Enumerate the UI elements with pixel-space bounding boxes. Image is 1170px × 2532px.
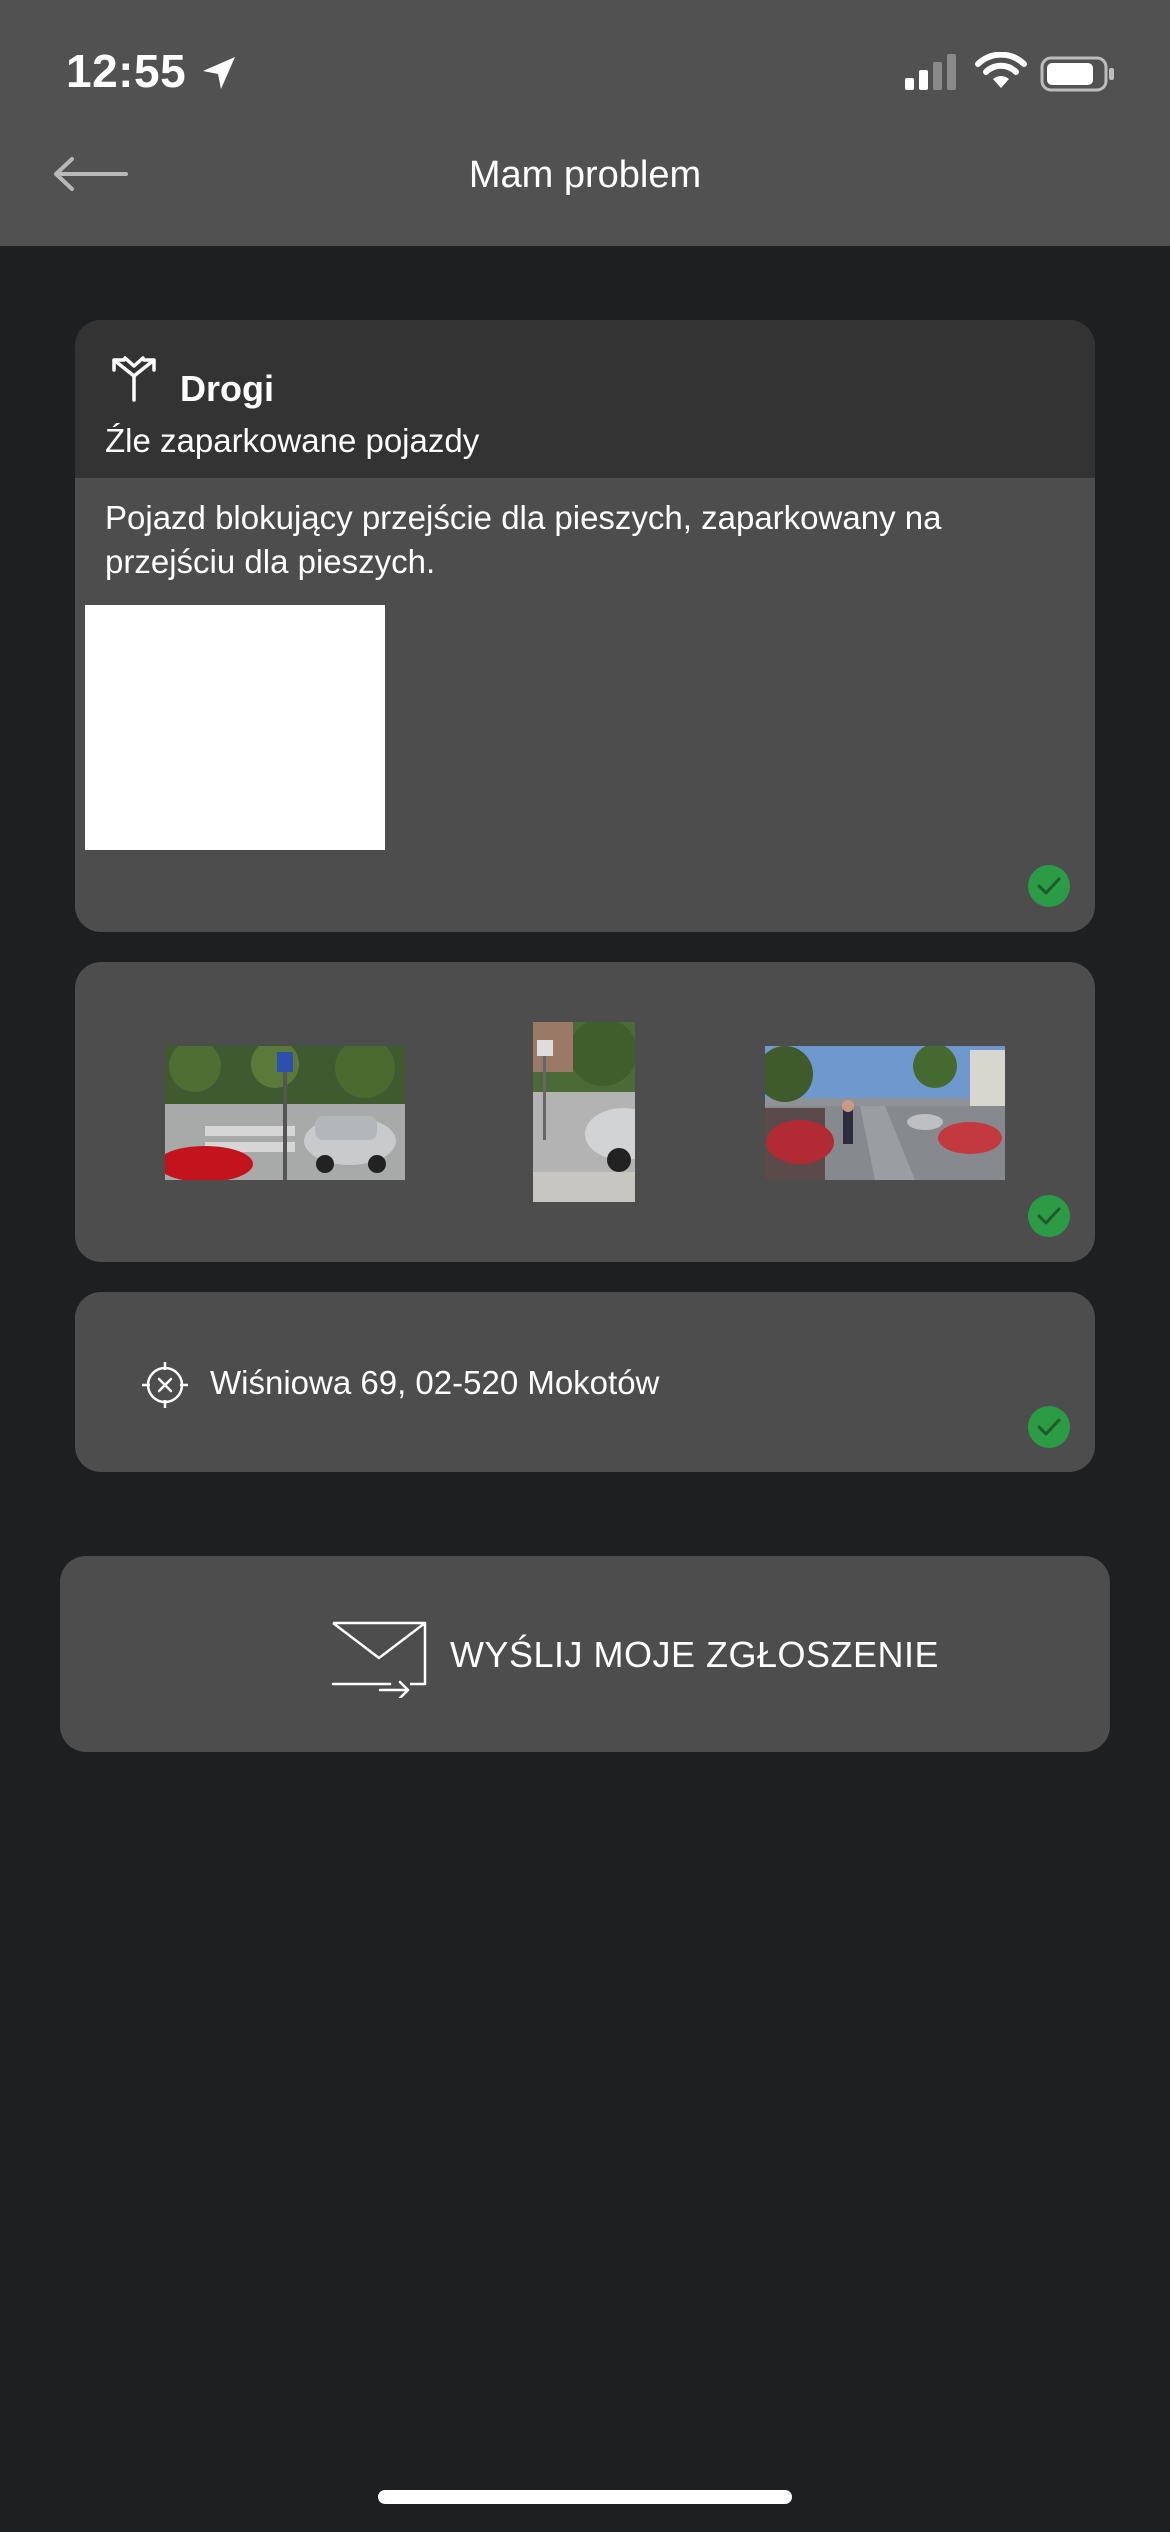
photo-thumbnail-2[interactable]	[533, 1022, 635, 1202]
road-fork-icon	[112, 356, 156, 402]
location-arrow-icon	[203, 57, 235, 89]
location-address: Wiśniowa 69, 02-520 Mokotów	[210, 1364, 660, 1401]
location-target-icon	[142, 1362, 188, 1408]
category-header: Drogi Źle zaparkowane pojazdy	[75, 320, 1095, 478]
header-bar: 12:55 Mam problem	[0, 0, 1170, 246]
problem-description: Pojazd blokujący przejście dla pieszych,…	[105, 499, 942, 580]
envelope-send-icon	[331, 1621, 427, 1698]
problem-details-card[interactable]: Drogi Źle zaparkowane pojazdy Pojazd blo…	[75, 320, 1095, 932]
battery-icon	[1040, 56, 1114, 92]
photos-card[interactable]	[75, 962, 1095, 1262]
photo-thumbnail-3[interactable]	[765, 1046, 1005, 1180]
send-report-button[interactable]: WYŚLIJ MOJE ZGŁOSZENIE	[60, 1556, 1110, 1752]
check-icon	[1028, 1406, 1070, 1448]
page-title: Mam problem	[468, 154, 702, 196]
wifi-icon	[975, 52, 1027, 88]
home-indicator[interactable]	[378, 2490, 792, 2504]
status-time: 12:55	[66, 45, 187, 97]
location-card[interactable]: Wiśniowa 69, 02-520 Mokotów	[75, 1292, 1095, 1472]
cellular-signal-icon	[905, 54, 956, 90]
attachment-thumbnail[interactable]	[85, 605, 385, 850]
check-icon	[1028, 865, 1070, 907]
subcategory-label: Źle zaparkowane pojazdy	[105, 422, 480, 459]
photo-thumbnail-1[interactable]	[165, 1046, 405, 1180]
send-report-label: WYŚLIJ MOJE ZGŁOSZENIE	[450, 1634, 940, 1675]
check-icon	[1028, 1195, 1070, 1237]
category-title: Drogi	[180, 368, 274, 409]
